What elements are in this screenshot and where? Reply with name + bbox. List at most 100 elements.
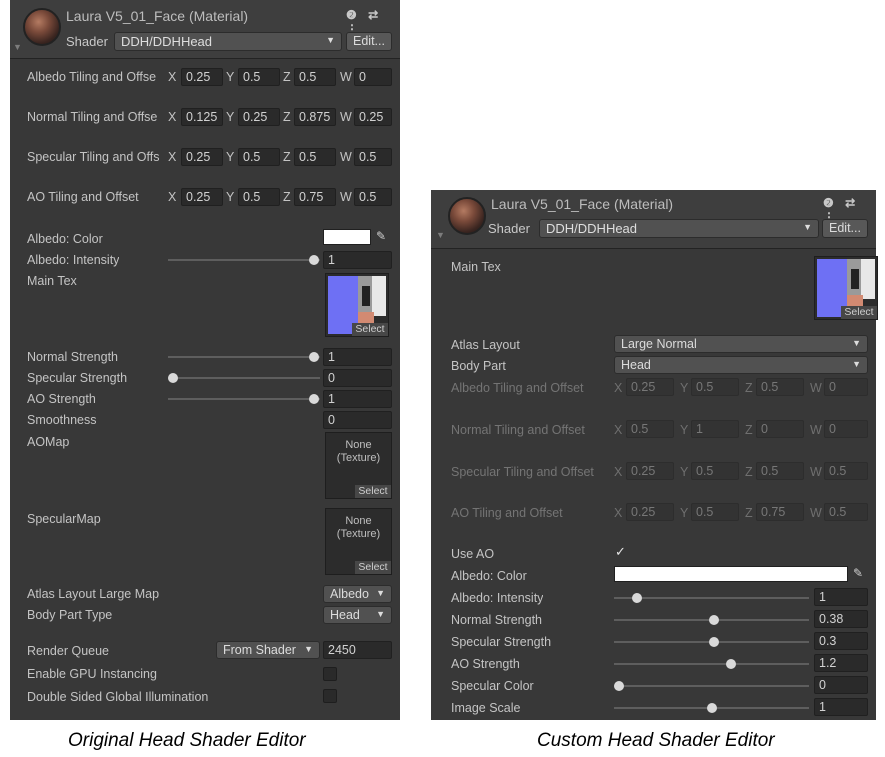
select-button[interactable]: Select <box>352 323 388 336</box>
body-part-dropdown[interactable]: Head ▼ <box>614 356 868 374</box>
image-scale-slider[interactable] <box>707 703 717 713</box>
ao-strength-slider[interactable] <box>726 659 736 669</box>
aomap-label: AOMap <box>27 435 70 449</box>
specular-tiling-z-field[interactable]: 0.5 <box>756 462 804 480</box>
foldout-arrow-icon[interactable]: ▼ <box>13 42 22 52</box>
ao-tiling-y-field[interactable]: 0.5 <box>238 188 280 206</box>
specular-color-track[interactable] <box>614 685 809 687</box>
eyedropper-icon[interactable]: ✎ <box>853 566 863 580</box>
specular-strength-slider[interactable] <box>168 373 178 383</box>
specular-tiling-y-field[interactable]: 0.5 <box>691 462 739 480</box>
specular-strength-track[interactable] <box>168 377 320 379</box>
albedo-intensity-slider[interactable] <box>632 593 642 603</box>
ao-tiling-x-field[interactable]: 0.25 <box>626 503 674 521</box>
specular-strength-field[interactable]: 0 <box>323 369 392 387</box>
ao-tiling-y-field[interactable]: 0.5 <box>691 503 739 521</box>
double-sided-gi-checkbox[interactable] <box>323 689 337 703</box>
albedo-tiling-y-field[interactable]: 0.5 <box>238 68 280 86</box>
albedo-color-swatch[interactable] <box>614 566 848 582</box>
specular-tiling-z-field[interactable]: 0.5 <box>294 148 336 166</box>
ao-strength-field[interactable]: 1.2 <box>814 654 868 672</box>
ao-strength-slider[interactable] <box>309 394 319 404</box>
albedo-tiling-x-field[interactable]: 0.25 <box>626 378 674 396</box>
render-queue-field[interactable]: 2450 <box>323 641 392 659</box>
ao-tiling-w-field[interactable]: 0.5 <box>354 188 392 206</box>
normal-strength-slider[interactable] <box>709 615 719 625</box>
albedo-tiling-z-field[interactable]: 0.5 <box>756 378 804 396</box>
ao-tiling-w-field[interactable]: 0.5 <box>824 503 868 521</box>
ao-strength-field[interactable]: 1 <box>323 390 392 408</box>
specular-tiling-y-field[interactable]: 0.5 <box>238 148 280 166</box>
main-tex-label: Main Tex <box>451 260 501 274</box>
albedo-tiling-x-field[interactable]: 0.25 <box>181 68 223 86</box>
main-tex-slot[interactable]: Select <box>814 256 878 320</box>
specular-strength-slider[interactable] <box>709 637 719 647</box>
normal-tiling-y-field[interactable]: 1 <box>691 420 739 438</box>
normal-tiling-z-field[interactable]: 0.875 <box>294 108 336 126</box>
specular-strength-label: Specular Strength <box>451 635 552 649</box>
ao-strength-track[interactable] <box>168 398 320 400</box>
ao-strength-track[interactable] <box>614 663 809 665</box>
y-label: Y <box>680 465 689 479</box>
select-button[interactable]: Select <box>355 485 391 498</box>
smoothness-field[interactable]: 0 <box>323 411 392 429</box>
specular-color-slider[interactable] <box>614 681 624 691</box>
y-label: Y <box>226 150 235 164</box>
w-label: W <box>340 150 352 164</box>
edit-shader-button[interactable]: Edit... <box>346 32 392 51</box>
specular-tiling-x-field[interactable]: 0.25 <box>626 462 674 480</box>
normal-tiling-w-field[interactable]: 0.25 <box>354 108 392 126</box>
main-tex-slot[interactable]: Select <box>325 273 389 337</box>
albedo-intensity-track[interactable] <box>168 259 320 261</box>
normal-tiling-x-field[interactable]: 0.5 <box>626 420 674 438</box>
foldout-arrow-icon[interactable]: ▼ <box>436 230 445 240</box>
albedo-intensity-field[interactable]: 1 <box>323 251 392 269</box>
albedo-intensity-slider[interactable] <box>309 255 319 265</box>
specularmap-slot[interactable]: None (Texture) Select <box>325 508 392 575</box>
normal-strength-field[interactable]: 1 <box>323 348 392 366</box>
none-texture-text: None (Texture) <box>336 439 381 464</box>
albedo-intensity-field[interactable]: 1 <box>814 588 868 606</box>
albedo-tiling-w-field[interactable]: 0 <box>354 68 392 86</box>
normal-tiling-y-field[interactable]: 0.25 <box>238 108 280 126</box>
body-part-type-dropdown[interactable]: Head ▼ <box>323 606 392 624</box>
albedo-tiling-z-field[interactable]: 0.5 <box>294 68 336 86</box>
ao-tiling-z-field[interactable]: 0.75 <box>756 503 804 521</box>
ao-tiling-x-field[interactable]: 0.25 <box>181 188 223 206</box>
original-shader-editor-panel: ▼ Laura V5_01_Face (Material) ❷ ⇄ ⋮ Shad… <box>10 0 400 720</box>
shader-dropdown[interactable]: DDH/DDHHead ▼ <box>539 219 819 238</box>
albedo-tiling-w-field[interactable]: 0 <box>824 378 868 396</box>
z-label: Z <box>283 150 291 164</box>
specular-color-field[interactable]: 0 <box>814 676 868 694</box>
edit-shader-button[interactable]: Edit... <box>822 219 868 238</box>
specular-tiling-x-field[interactable]: 0.25 <box>181 148 223 166</box>
atlas-layout-dropdown[interactable]: Albedo ▼ <box>323 585 392 603</box>
select-button[interactable]: Select <box>841 306 877 319</box>
image-scale-field[interactable]: 1 <box>814 698 868 716</box>
ao-tiling-z-field[interactable]: 0.75 <box>294 188 336 206</box>
chevron-down-icon: ▼ <box>376 588 385 598</box>
normal-strength-track[interactable] <box>168 356 320 358</box>
normal-tiling-z-field[interactable]: 0 <box>756 420 804 438</box>
normal-strength-field[interactable]: 0.38 <box>814 610 868 628</box>
aomap-slot[interactable]: None (Texture) Select <box>325 432 392 499</box>
render-queue-dropdown[interactable]: From Shader ▼ <box>216 641 320 659</box>
specular-strength-field[interactable]: 0.3 <box>814 632 868 650</box>
atlas-layout-dropdown[interactable]: Large Normal ▼ <box>614 335 868 353</box>
albedo-tiling-y-field[interactable]: 0.5 <box>691 378 739 396</box>
use-ao-label: Use AO <box>451 547 495 561</box>
shader-dropdown[interactable]: DDH/DDHHead ▼ <box>114 32 342 51</box>
specular-tiling-w-field[interactable]: 0.5 <box>354 148 392 166</box>
normal-tiling-x-field[interactable]: 0.125 <box>181 108 223 126</box>
use-ao-checkbox[interactable]: ✓ <box>615 544 626 560</box>
albedo-color-swatch[interactable] <box>323 229 371 245</box>
eyedropper-icon[interactable]: ✎ <box>376 229 386 243</box>
albedo-intensity-track[interactable] <box>614 597 809 599</box>
gpu-instancing-checkbox[interactable] <box>323 667 337 681</box>
z-label: Z <box>745 423 753 437</box>
normal-tiling-w-field[interactable]: 0 <box>824 420 868 438</box>
normal-strength-slider[interactable] <box>309 352 319 362</box>
material-header: ▼ Laura V5_01_Face (Material) ❷ ⇄ ⋮ Shad… <box>10 0 400 59</box>
specular-tiling-w-field[interactable]: 0.5 <box>824 462 868 480</box>
select-button[interactable]: Select <box>355 561 391 574</box>
